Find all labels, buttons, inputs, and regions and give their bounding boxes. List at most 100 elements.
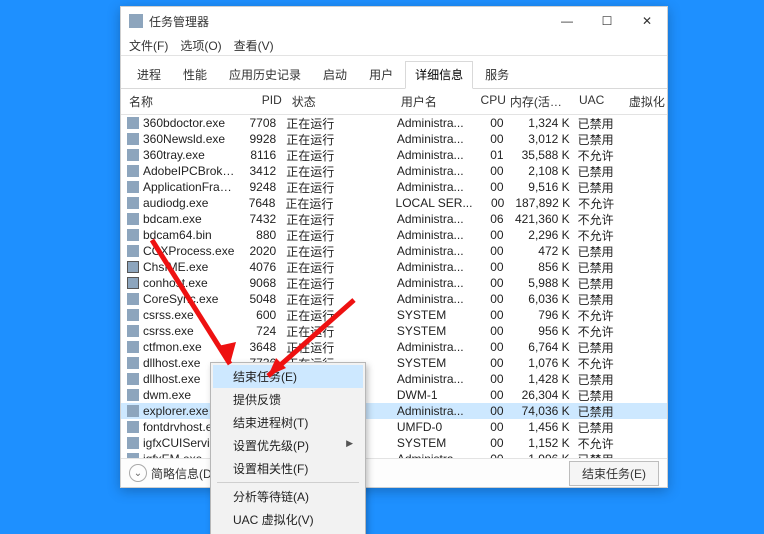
table-row[interactable]: csrss.exe600正在运行SYSTEM00796 K不允许 — [121, 307, 667, 323]
table-row[interactable]: dllhost.exe7736正在运行SYSTEM001,076 K不允许 — [121, 355, 667, 371]
context-menu-item[interactable]: 分析等待链(A) — [213, 485, 363, 508]
context-menu-item[interactable]: 结束任务(E) — [213, 365, 363, 388]
table-row[interactable]: dllhost.exe9872正在运行Administra...001,428 … — [121, 371, 667, 387]
end-task-button[interactable]: 结束任务(E) — [569, 461, 659, 486]
process-icon — [127, 197, 139, 209]
table-row[interactable]: 360tray.exe8116正在运行Administra...0135,588… — [121, 147, 667, 163]
col-user[interactable]: 用户名 — [397, 93, 474, 110]
cell-uac: 已禁用 — [574, 115, 625, 132]
titlebar[interactable]: 任务管理器 — ☐ ✕ — [121, 7, 667, 35]
cell-cpu: 00 — [471, 116, 508, 130]
context-menu[interactable]: 结束任务(E)提供反馈结束进程树(T)设置优先级(P)设置相关性(F) 分析等待链… — [210, 362, 366, 534]
tab-2[interactable]: 应用历史记录 — [219, 61, 311, 89]
cell-uac: 不允许 — [574, 211, 625, 228]
cell-name: 360tray.exe — [143, 148, 205, 162]
table-row[interactable]: dwm.exe1076正在运行DWM-10026,304 K已禁用 — [121, 387, 667, 403]
cell-user: Administra... — [393, 372, 471, 386]
col-name[interactable]: 名称 — [121, 93, 244, 110]
process-icon — [127, 437, 139, 449]
cell-status: 正在运行 — [282, 211, 393, 228]
process-icon — [127, 213, 139, 225]
table-row[interactable]: fontdrvhost.exUMFD-0001,456 K已禁用 — [121, 419, 667, 435]
table-row[interactable]: 360Newsld.exe9928正在运行Administra...003,01… — [121, 131, 667, 147]
process-icon — [127, 181, 139, 193]
table-row[interactable]: CoreSync.exe5048正在运行Administra...006,036… — [121, 291, 667, 307]
table-row[interactable]: igfxCUIServiceSYSTEM001,152 K不允许 — [121, 435, 667, 451]
cell-status: 正在运行 — [282, 147, 393, 164]
cell-name: ctfmon.exe — [143, 340, 202, 354]
table-row[interactable]: conhost.exe9068正在运行Administra...005,988 … — [121, 275, 667, 291]
menu-file[interactable]: 文件(F) — [129, 37, 168, 54]
cell-user: DWM-1 — [393, 388, 471, 402]
col-cpu[interactable]: CPU — [473, 93, 509, 110]
cell-pid: 4076 — [237, 260, 282, 274]
cell-status: 正在运行 — [282, 275, 393, 292]
table-row[interactable]: 360bdoctor.exe7708正在运行Administra...001,3… — [121, 115, 667, 131]
table-row[interactable]: ChsIME.exe4076正在运行Administra...00856 K已禁… — [121, 259, 667, 275]
cell-user: Administra... — [393, 292, 471, 306]
menubar[interactable]: 文件(F) 选项(O) 查看(V) — [121, 35, 667, 55]
window-title: 任务管理器 — [149, 13, 209, 30]
process-list[interactable]: 360bdoctor.exe7708正在运行Administra...001,3… — [121, 115, 667, 458]
context-menu-item[interactable]: 设置相关性(F) — [213, 457, 363, 480]
context-menu-item[interactable]: 结束进程树(T) — [213, 411, 363, 434]
tab-1[interactable]: 性能 — [173, 61, 217, 89]
cell-mem: 6,764 K — [508, 340, 574, 354]
process-icon — [127, 389, 139, 401]
col-pid[interactable]: PID — [244, 93, 288, 110]
process-icon — [127, 261, 139, 273]
cell-name: 360Newsld.exe — [143, 132, 225, 146]
cell-cpu: 00 — [471, 164, 508, 178]
cell-mem: 187,892 K — [508, 196, 574, 210]
cell-cpu: 00 — [471, 244, 508, 258]
cell-user: Administra... — [393, 340, 471, 354]
table-row[interactable]: AdobeIPCBroker.exe3412正在运行Administra...0… — [121, 163, 667, 179]
cell-uac: 已禁用 — [574, 131, 625, 148]
cell-mem: 1,428 K — [508, 372, 574, 386]
column-headers[interactable]: 名称 PID 状态 用户名 CPU 内存(活动的... UAC 虚拟化 — [121, 89, 667, 115]
table-row[interactable]: ApplicationFrameH...9248正在运行Administra..… — [121, 179, 667, 195]
cell-user: Administra... — [393, 116, 471, 130]
tab-4[interactable]: 用户 — [359, 61, 403, 89]
window-close-button[interactable]: ✕ — [627, 7, 667, 35]
window-maximize-button[interactable]: ☐ — [587, 7, 627, 35]
table-row[interactable]: ctfmon.exe3648正在运行Administra...006,764 K… — [121, 339, 667, 355]
tabs: 进程性能应用历史记录启动用户详细信息服务 — [121, 56, 667, 89]
table-row[interactable]: csrss.exe724正在运行SYSTEM00956 K不允许 — [121, 323, 667, 339]
context-menu-item[interactable]: 提供反馈 — [213, 388, 363, 411]
cell-cpu: 01 — [471, 148, 508, 162]
cell-status: 正在运行 — [282, 259, 393, 276]
col-virt[interactable]: 虚拟化 — [625, 93, 667, 110]
table-row[interactable]: explorer.exe4256正在运行Administra...0074,03… — [121, 403, 667, 419]
table-row[interactable]: audiodg.exe7648正在运行LOCAL SER...00187,892… — [121, 195, 667, 211]
tab-0[interactable]: 进程 — [127, 61, 171, 89]
process-icon — [127, 149, 139, 161]
cell-cpu: 00 — [471, 276, 508, 290]
menu-options[interactable]: 选项(O) — [180, 37, 221, 54]
context-menu-item[interactable]: UAC 虚拟化(V) — [213, 508, 363, 531]
brief-info-toggle[interactable]: ⌄ 简略信息(D) — [129, 464, 216, 482]
window-minimize-button[interactable]: — — [547, 7, 587, 35]
cell-mem: 5,988 K — [508, 276, 574, 290]
tab-3[interactable]: 启动 — [313, 61, 357, 89]
cell-uac: 不允许 — [574, 323, 625, 340]
col-status[interactable]: 状态 — [288, 93, 397, 110]
table-row[interactable]: bdcam.exe7432正在运行Administra...06421,360 … — [121, 211, 667, 227]
cell-cpu: 00 — [471, 292, 508, 306]
menu-view[interactable]: 查看(V) — [234, 37, 274, 54]
cell-pid: 3648 — [237, 340, 282, 354]
cell-name: ApplicationFrameH... — [143, 180, 237, 194]
tab-6[interactable]: 服务 — [475, 61, 519, 89]
cell-mem: 856 K — [508, 260, 574, 274]
col-mem[interactable]: 内存(活动的... — [510, 93, 575, 110]
table-row[interactable]: CCXProcess.exe2020正在运行Administra...00472… — [121, 243, 667, 259]
col-uac[interactable]: UAC — [575, 93, 625, 110]
tab-5[interactable]: 详细信息 — [405, 61, 473, 89]
cell-name: csrss.exe — [143, 324, 194, 338]
context-menu-item[interactable]: 设置优先级(P) — [213, 434, 363, 457]
cell-mem: 2,108 K — [508, 164, 574, 178]
table-row[interactable]: bdcam64.bin880正在运行Administra...002,296 K… — [121, 227, 667, 243]
cell-uac: 已禁用 — [574, 291, 625, 308]
cell-pid: 3412 — [237, 164, 282, 178]
table-row[interactable]: igfxEM.exeAdministra...001,996 K已禁用 — [121, 451, 667, 458]
